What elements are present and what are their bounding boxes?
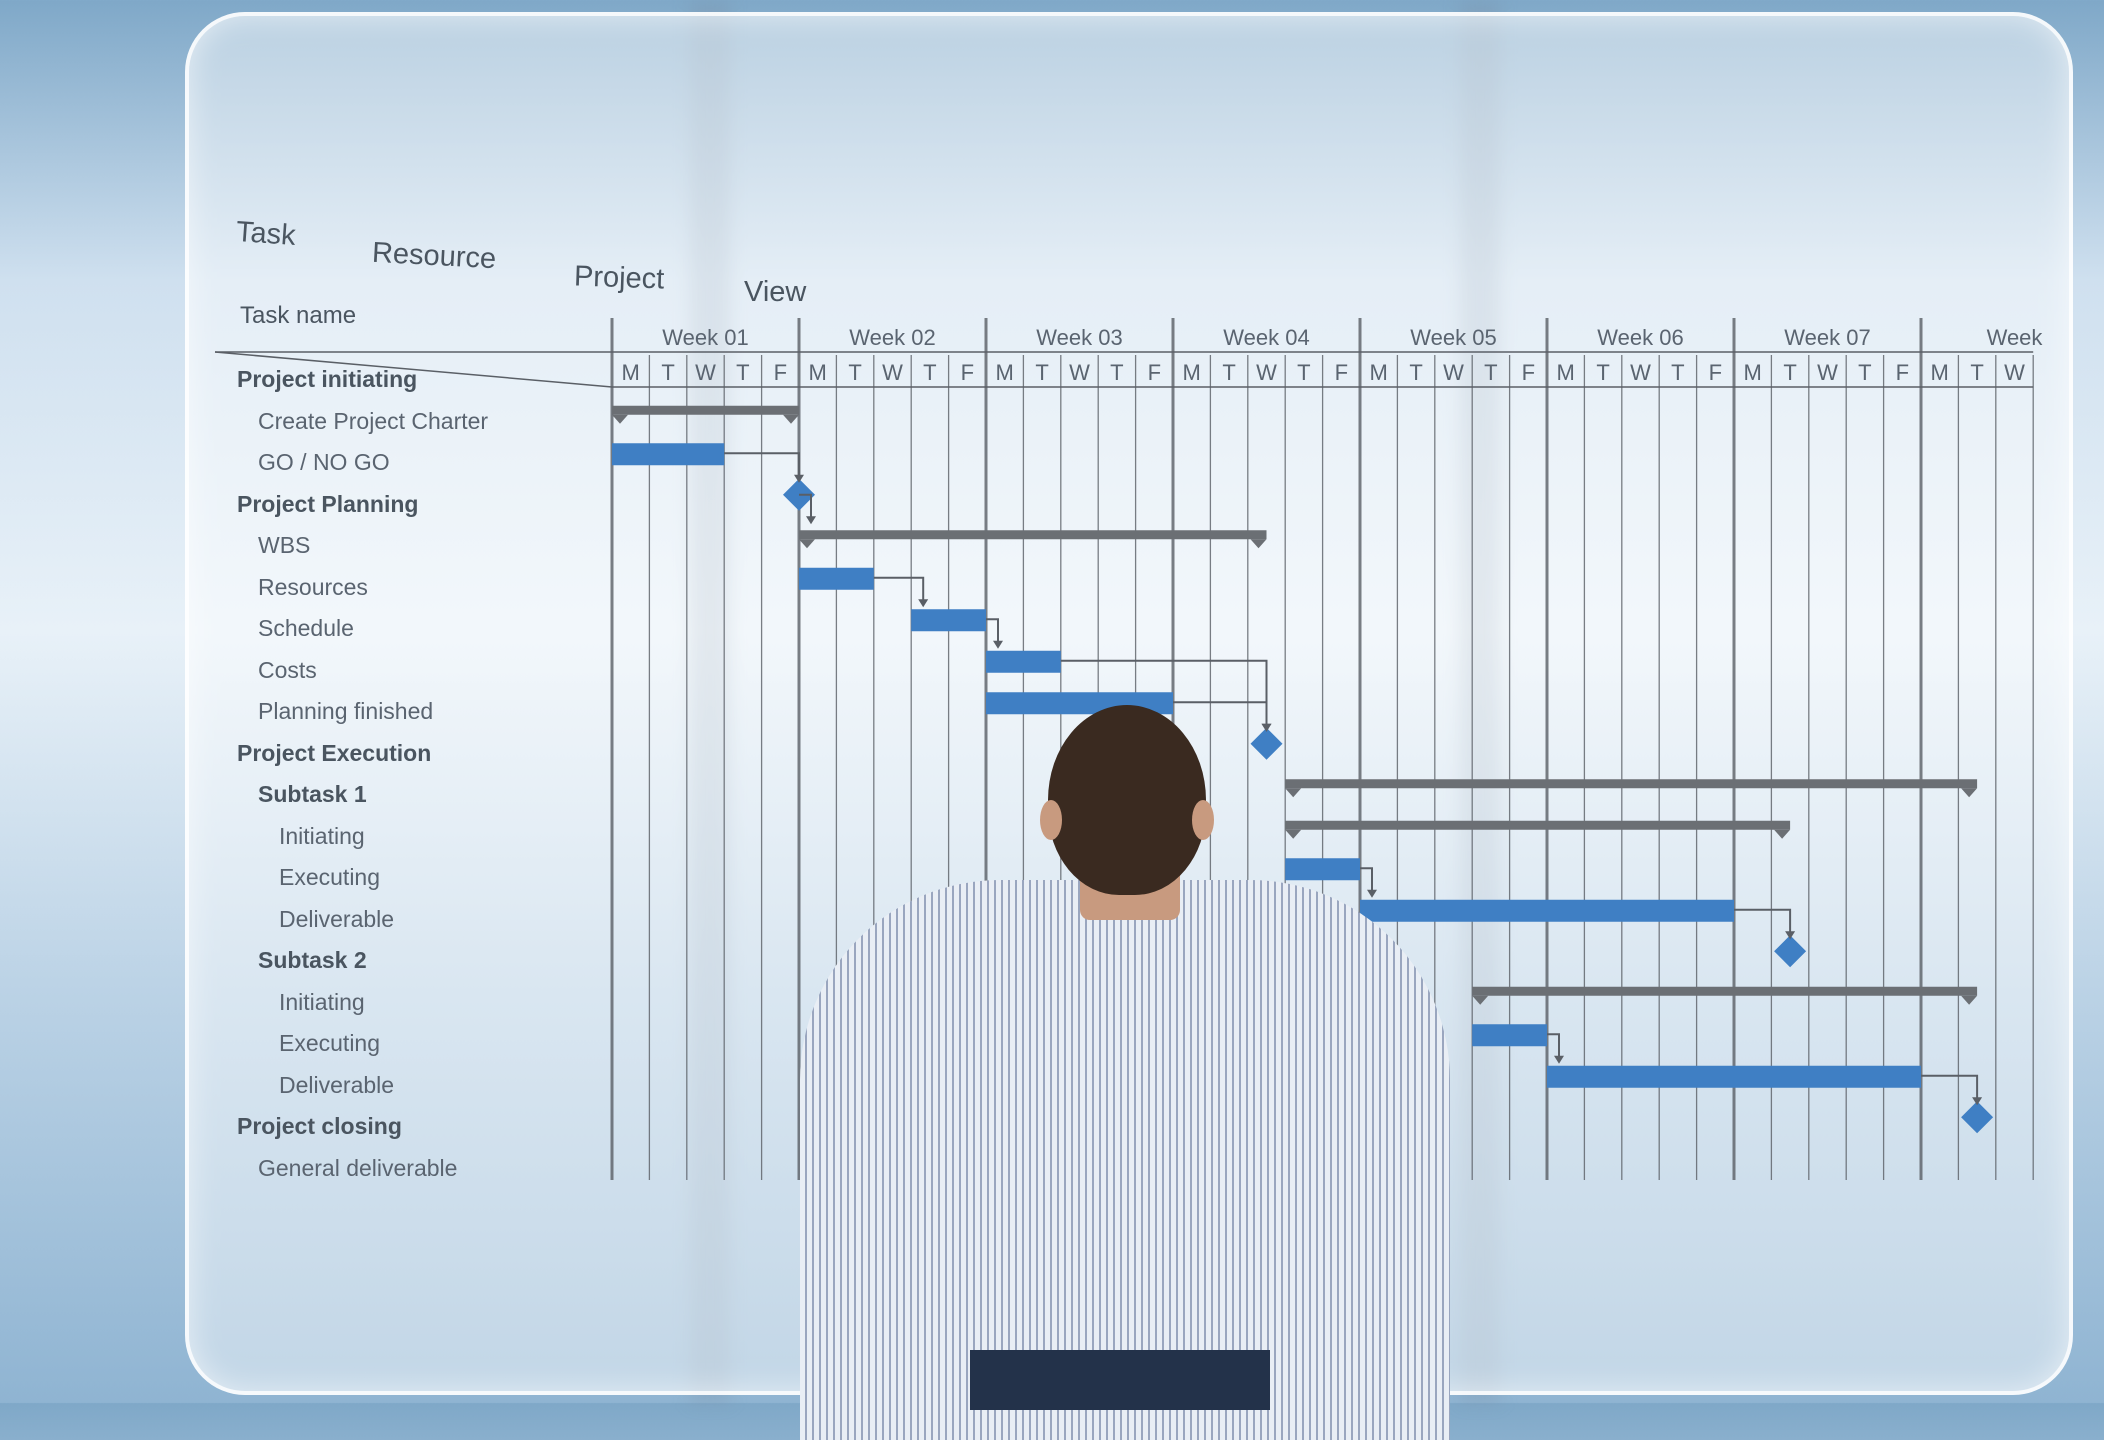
summary-bar-end-cap (783, 414, 799, 424)
day-label: F (774, 360, 787, 385)
day-label: T (1222, 360, 1235, 385)
summary-bar-start-cap (1285, 788, 1302, 798)
day-label: T (1409, 360, 1422, 385)
summary-bar-end-cap (1250, 539, 1267, 549)
summary-bar (1285, 779, 1978, 789)
day-label: M (1183, 360, 1201, 385)
week-label: Week (1987, 325, 2044, 350)
day-label: F (1148, 360, 1161, 385)
day-label: M (1744, 360, 1762, 385)
day-label: M (996, 360, 1014, 385)
day-label: T (1671, 360, 1684, 385)
task-bar (1285, 858, 1360, 881)
dependency-arrowhead (1367, 889, 1377, 898)
task-bar (799, 567, 874, 590)
task-bar (612, 443, 725, 466)
milestone-diamond (1250, 727, 1283, 760)
day-label: W (2004, 360, 2025, 385)
person-ear-right (1192, 800, 1214, 840)
day-label: T (1970, 360, 1983, 385)
summary-bar (799, 530, 1267, 540)
day-label: T (1110, 360, 1123, 385)
task-bar (986, 650, 1061, 673)
person-belt (970, 1350, 1270, 1410)
day-label: M (622, 360, 640, 385)
week-label: Week 02 (849, 325, 935, 350)
week-label: Week 06 (1597, 325, 1683, 350)
week-label: Week 07 (1784, 325, 1870, 350)
task-header-divider (214, 351, 613, 388)
day-label: W (882, 360, 903, 385)
milestone-diamond (1774, 935, 1807, 968)
dependency-arrow (873, 576, 925, 606)
summary-bar-start-cap (612, 414, 628, 424)
day-label: T (1297, 360, 1310, 385)
day-label: T (848, 360, 861, 385)
person-ear-left (1040, 800, 1062, 840)
milestone-diamond (1961, 1101, 1994, 1134)
task-bar (1547, 1065, 1921, 1088)
dependency-arrow (1734, 908, 1792, 938)
day-label: T (1783, 360, 1796, 385)
day-label: F (1335, 360, 1348, 385)
summary-bar (612, 405, 799, 415)
summary-bar-end-cap (1961, 788, 1978, 798)
dependency-arrowhead (794, 474, 804, 483)
day-label: M (1931, 360, 1949, 385)
dependency-arrowhead (1554, 1055, 1564, 1064)
day-label: T (1858, 360, 1871, 385)
day-label: T (923, 360, 936, 385)
week-label: Week 04 (1223, 325, 1309, 350)
day-label: M (809, 360, 827, 385)
task-bar (911, 609, 986, 632)
week-label: Week 03 (1036, 325, 1122, 350)
day-label: T (1484, 360, 1497, 385)
task-bar (1472, 1024, 1547, 1047)
summary-bar-start-cap (799, 539, 815, 549)
week-label: Week 01 (662, 325, 748, 350)
dependency-arrow (1921, 1074, 1979, 1104)
dependency-arrowhead (1261, 723, 1272, 732)
day-label: W (1817, 360, 1838, 385)
day-label: W (695, 360, 716, 385)
day-label: F (961, 360, 974, 385)
summary-bar (1472, 986, 1978, 996)
person-head (1048, 705, 1206, 895)
day-label: W (1069, 360, 1090, 385)
day-label: F (1522, 360, 1535, 385)
day-label: W (1256, 360, 1277, 385)
task-bar (1360, 899, 1734, 922)
day-label: W (1443, 360, 1464, 385)
week-label: Week 05 (1410, 325, 1496, 350)
dependency-arrowhead (993, 640, 1003, 649)
summary-bar-end-cap (1774, 829, 1791, 839)
summary-bar-end-cap (1961, 995, 1978, 1005)
dependency-arrow (1173, 701, 1268, 730)
day-label: T (661, 360, 674, 385)
day-label: T (1596, 360, 1609, 385)
day-label: W (1630, 360, 1651, 385)
day-label: F (1709, 360, 1722, 385)
dependency-arrowhead (1972, 1097, 1983, 1106)
summary-bar-start-cap (1472, 995, 1489, 1005)
dependency-arrowhead (1785, 931, 1796, 940)
day-label: M (1370, 360, 1388, 385)
dependency-arrowhead (918, 599, 929, 608)
summary-bar (1285, 820, 1791, 830)
dependency-arrowhead (806, 516, 816, 525)
day-label: F (1896, 360, 1909, 385)
day-label: T (1035, 360, 1048, 385)
summary-bar-start-cap (1285, 829, 1302, 839)
day-label: T (736, 360, 749, 385)
day-label: M (1557, 360, 1575, 385)
